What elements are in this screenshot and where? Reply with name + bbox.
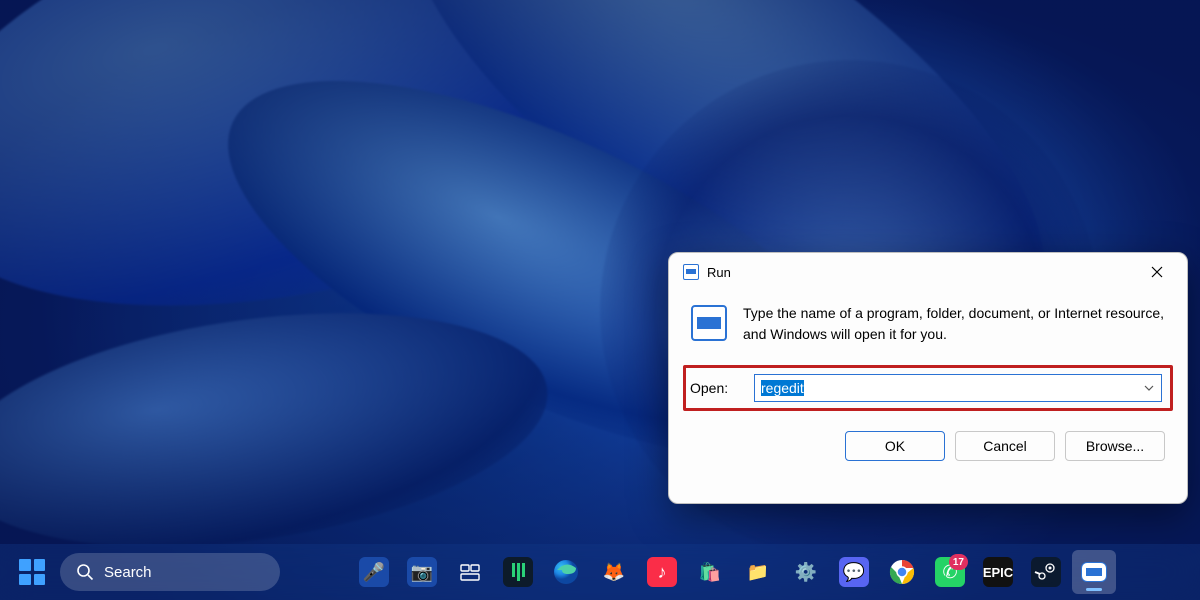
epic-games-icon: EPIC <box>983 557 1013 587</box>
taskbar-app-run[interactable] <box>1072 550 1116 594</box>
taskbar-apps: 🎤 📷 🦊 ♪ 🛍️ 📁 ⚙️ 💬 ✆17 EPIC <box>352 550 1116 594</box>
discord-icon: 💬 <box>839 557 869 587</box>
camera-icon: 📷 <box>407 557 437 587</box>
taskbar: Search 🎤 📷 🦊 ♪ 🛍️ 📁 ⚙️ 💬 ✆17 EPIC <box>0 544 1200 600</box>
apple-music-icon: ♪ <box>647 557 677 587</box>
start-button[interactable] <box>10 550 54 594</box>
taskbar-app-microsoft-store[interactable]: 🛍️ <box>688 550 732 594</box>
open-input[interactable] <box>755 375 1161 401</box>
run-dialog: Run Type the name of a program, folder, … <box>668 252 1188 504</box>
taskbar-app-discord[interactable]: 💬 <box>832 550 876 594</box>
open-combobox[interactable] <box>754 374 1162 402</box>
close-icon <box>1151 266 1163 278</box>
open-label: Open: <box>690 380 738 396</box>
taskbar-app-steam[interactable] <box>1024 550 1068 594</box>
chrome-icon <box>887 557 917 587</box>
run-title: Run <box>707 265 1135 280</box>
microphone-icon: 🎤 <box>359 557 389 587</box>
taskbar-app-settings[interactable]: ⚙️ <box>784 550 828 594</box>
firefox-icon: 🦊 <box>599 557 629 587</box>
run-button-row: OK Cancel Browse... <box>691 431 1165 461</box>
ok-button[interactable]: OK <box>845 431 945 461</box>
search-placeholder: Search <box>104 564 152 581</box>
browse-button[interactable]: Browse... <box>1065 431 1165 461</box>
file-explorer-icon: 📁 <box>743 557 773 587</box>
search-icon <box>76 563 94 581</box>
run-open-highlight: Open: <box>683 365 1173 411</box>
dashlane-icon <box>503 557 533 587</box>
steam-icon <box>1031 557 1061 587</box>
run-title-icon <box>683 264 699 280</box>
taskbar-app-apple-music[interactable]: ♪ <box>640 550 684 594</box>
run-body: Type the name of a program, folder, docu… <box>669 291 1187 483</box>
task-view-icon <box>455 557 485 587</box>
taskbar-app-epic-games[interactable]: EPIC <box>976 550 1020 594</box>
run-app-icon <box>691 305 727 341</box>
whatsapp-badge: 17 <box>949 554 968 570</box>
run-description: Type the name of a program, folder, docu… <box>743 303 1165 345</box>
desktop: Run Type the name of a program, folder, … <box>0 0 1200 600</box>
taskbar-app-microphone[interactable]: 🎤 <box>352 550 396 594</box>
windows-logo-icon <box>19 559 45 585</box>
taskbar-app-whatsapp[interactable]: ✆17 <box>928 550 972 594</box>
taskbar-app-camera[interactable]: 📷 <box>400 550 444 594</box>
taskbar-app-edge[interactable] <box>544 550 588 594</box>
taskbar-app-file-explorer[interactable]: 📁 <box>736 550 780 594</box>
run-titlebar[interactable]: Run <box>669 253 1187 291</box>
taskbar-app-dashlane[interactable] <box>496 550 540 594</box>
taskbar-app-chrome[interactable] <box>880 550 924 594</box>
microsoft-store-icon: 🛍️ <box>695 557 725 587</box>
close-button[interactable] <box>1135 258 1179 286</box>
settings-icon: ⚙️ <box>791 557 821 587</box>
taskbar-app-task-view[interactable] <box>448 550 492 594</box>
cancel-button[interactable]: Cancel <box>955 431 1055 461</box>
edge-icon <box>551 557 581 587</box>
taskbar-search[interactable]: Search <box>60 553 280 591</box>
run-icon <box>1081 562 1107 582</box>
taskbar-app-firefox[interactable]: 🦊 <box>592 550 636 594</box>
